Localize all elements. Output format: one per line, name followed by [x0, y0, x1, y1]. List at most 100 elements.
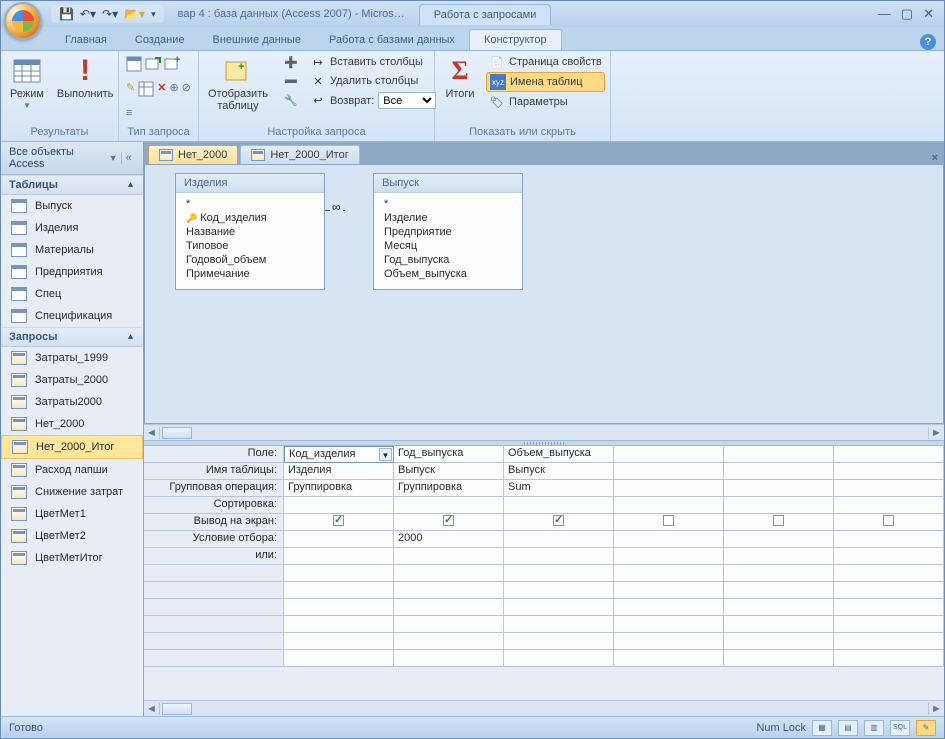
grid-cell[interactable]: [504, 514, 614, 531]
chevron-down-icon[interactable]: ▼: [109, 153, 118, 163]
return-select[interactable]: Все: [378, 92, 436, 109]
field-item[interactable]: Название: [186, 225, 314, 239]
checkbox[interactable]: [773, 515, 784, 526]
undo-icon[interactable]: ↶▾: [80, 7, 96, 21]
field-item[interactable]: Объем_выпуска: [384, 267, 512, 281]
grid-cell[interactable]: Группировка: [284, 480, 394, 497]
append-query-icon[interactable]: +: [164, 56, 180, 75]
grid-cell[interactable]: [504, 548, 614, 565]
grid-cell[interactable]: [284, 548, 394, 565]
grid-cell[interactable]: [504, 633, 614, 650]
nav-item[interactable]: Затраты_1999: [1, 347, 143, 369]
field-item[interactable]: Код_изделия: [186, 211, 314, 225]
delete-cols-button[interactable]: ✕Удалить столбцы: [307, 72, 439, 90]
tab-external[interactable]: Внешние данные: [199, 30, 315, 50]
grid-cell[interactable]: [724, 531, 834, 548]
grid-cell[interactable]: [614, 565, 724, 582]
field-item[interactable]: Типовое: [186, 239, 314, 253]
passthrough-query-icon[interactable]: ⊘: [182, 81, 191, 94]
restore-button[interactable]: ▢: [901, 6, 913, 22]
grid-cell[interactable]: [724, 616, 834, 633]
grid-cell[interactable]: [724, 446, 834, 463]
grid-cell[interactable]: Объем_выпуска: [504, 446, 614, 463]
checkbox[interactable]: [443, 515, 454, 526]
nav-group-header[interactable]: Запросы▲: [1, 327, 143, 347]
table-names-button[interactable]: xyzИмена таблиц: [486, 72, 605, 92]
grid-cell[interactable]: [284, 616, 394, 633]
totals-button[interactable]: Σ Итоги: [439, 53, 481, 102]
view-pivotchart-button[interactable]: ▥: [864, 720, 884, 736]
nav-item[interactable]: Предприятия: [1, 261, 143, 283]
splitter[interactable]: [144, 440, 944, 446]
field-item[interactable]: Изделие: [384, 211, 512, 225]
grid-cell[interactable]: [394, 633, 504, 650]
property-sheet-button[interactable]: 📄Страница свойств: [486, 53, 605, 71]
make-table-icon[interactable]: [145, 56, 161, 75]
grid-cell[interactable]: [284, 565, 394, 582]
view-design-button[interactable]: ✎: [916, 720, 936, 736]
insert-rows-button[interactable]: ➕: [280, 53, 302, 71]
tab-create[interactable]: Создание: [121, 30, 199, 50]
grid-cell[interactable]: [834, 548, 944, 565]
grid-cell[interactable]: [724, 480, 834, 497]
field-item[interactable]: Годовой_объем: [186, 253, 314, 267]
grid-cell[interactable]: [614, 599, 724, 616]
grid-cell[interactable]: [724, 497, 834, 514]
grid-cell[interactable]: [284, 599, 394, 616]
grid-cell[interactable]: [724, 582, 834, 599]
crosstab-query-icon[interactable]: [138, 81, 154, 100]
grid-cell[interactable]: Выпуск: [394, 463, 504, 480]
grid-cell[interactable]: [834, 480, 944, 497]
grid-cell[interactable]: [284, 633, 394, 650]
qat-more-icon[interactable]: ▾: [151, 9, 156, 20]
field-item[interactable]: Месяц: [384, 239, 512, 253]
grid-cell[interactable]: [504, 616, 614, 633]
query-grid[interactable]: Поле:Код_изделия▼Год_выпускаОбъем_выпуск…: [144, 446, 944, 667]
grid-cell[interactable]: [504, 599, 614, 616]
grid-cell[interactable]: [834, 650, 944, 667]
field-item[interactable]: *: [384, 197, 512, 211]
nav-item[interactable]: Затраты2000: [1, 391, 143, 413]
grid-cell[interactable]: 2000: [394, 531, 504, 548]
grid-cell[interactable]: [614, 446, 724, 463]
insert-cols-button[interactable]: ↦Вставить столбцы: [307, 53, 439, 71]
tab-home[interactable]: Главная: [51, 30, 121, 50]
minimize-button[interactable]: —: [878, 6, 891, 22]
checkbox[interactable]: [553, 515, 564, 526]
nav-item[interactable]: Спец: [1, 283, 143, 305]
relationship-diagram[interactable]: 1 ∞ Изделия*Код_изделияНазваниеТиповоеГо…: [144, 164, 944, 424]
nav-item[interactable]: ЦветМет2: [1, 525, 143, 547]
nav-item[interactable]: Снижение затрат: [1, 481, 143, 503]
diagram-hscroll[interactable]: ◄►: [144, 424, 944, 440]
grid-cell[interactable]: [504, 565, 614, 582]
nav-item[interactable]: Нет_2000_Итог: [1, 435, 143, 459]
grid-cell[interactable]: Группировка: [394, 480, 504, 497]
grid-cell[interactable]: [394, 565, 504, 582]
nav-item[interactable]: Материалы: [1, 239, 143, 261]
grid-cell[interactable]: [614, 463, 724, 480]
grid-cell[interactable]: [614, 548, 724, 565]
grid-cell[interactable]: [834, 616, 944, 633]
grid-cell[interactable]: Код_изделия▼: [284, 446, 394, 463]
grid-cell[interactable]: [394, 650, 504, 667]
select-query-icon[interactable]: [126, 56, 142, 75]
redo-icon[interactable]: ↷▾: [102, 7, 118, 21]
grid-cell[interactable]: Выпуск: [504, 463, 614, 480]
grid-cell[interactable]: [724, 463, 834, 480]
help-button[interactable]: ?: [920, 34, 936, 50]
update-query-icon[interactable]: ✎: [126, 81, 135, 94]
nav-item[interactable]: ЦветМетИтог: [1, 547, 143, 569]
field-item[interactable]: Предприятие: [384, 225, 512, 239]
grid-cell[interactable]: [724, 599, 834, 616]
grid-cell[interactable]: [394, 582, 504, 599]
union-query-icon[interactable]: ⊕: [169, 81, 178, 94]
grid-cell[interactable]: [724, 565, 834, 582]
run-button[interactable]: ! Выполнить: [52, 53, 118, 102]
nav-item[interactable]: Выпуск: [1, 195, 143, 217]
open-icon[interactable]: 📂▾: [124, 7, 145, 21]
grid-cell[interactable]: [284, 497, 394, 514]
document-tab[interactable]: Нет_2000_Итог: [240, 145, 359, 164]
grid-cell[interactable]: [724, 633, 834, 650]
nav-item[interactable]: Нет_2000: [1, 413, 143, 435]
field-item[interactable]: Примечание: [186, 267, 314, 281]
